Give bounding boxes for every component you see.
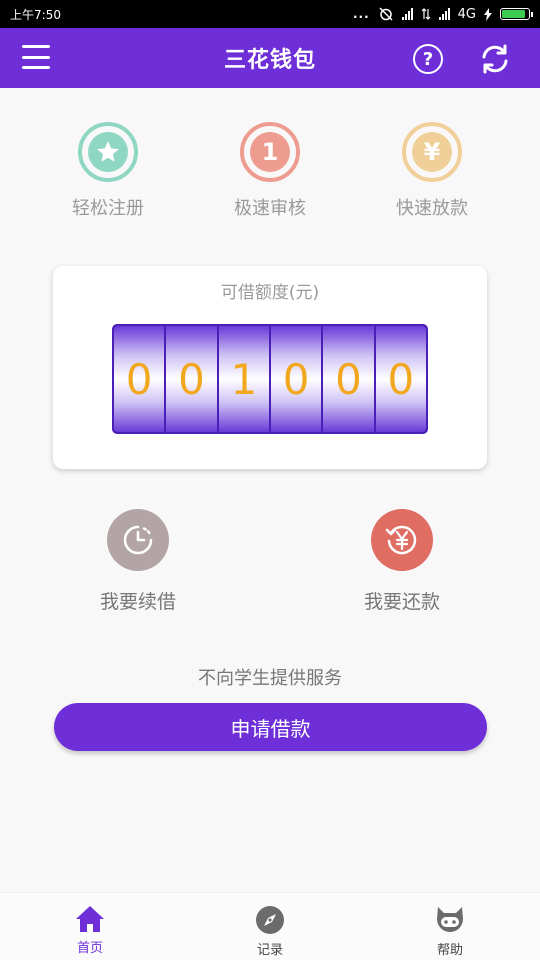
battery-icon	[500, 8, 533, 20]
star-icon	[88, 132, 128, 172]
alarm-off-icon	[379, 7, 393, 21]
yuan-icon: ¥	[412, 132, 452, 172]
odometer-digit: 0	[114, 326, 165, 432]
repay-button[interactable]: 我要还款	[322, 509, 482, 614]
cat-icon	[437, 907, 463, 932]
feature-register: 轻松注册	[38, 122, 178, 220]
network-type: 4G	[457, 6, 476, 22]
signal-icon-2	[438, 8, 450, 20]
app-bar: 三花钱包 ?	[0, 28, 540, 88]
status-icons: ... 4G	[352, 6, 533, 22]
signal-icon-1	[401, 8, 413, 20]
action-label: 我要续借	[99, 591, 176, 613]
odometer-digit: 0	[270, 326, 322, 432]
action-label: 我要还款	[363, 591, 440, 613]
feature-review: 1 极速审核	[200, 122, 340, 220]
feature-label: 轻松注册	[72, 198, 144, 219]
nav-label: 记录	[256, 943, 283, 958]
nav-records[interactable]: 记录	[180, 893, 360, 960]
yuan-refund-icon	[371, 509, 433, 571]
yuan-ring: ¥	[402, 122, 462, 182]
more-dots-icon: ...	[352, 7, 370, 21]
feature-payout: ¥ 快速放款	[362, 122, 502, 220]
feature-label: 极速审核	[234, 198, 306, 219]
credit-limit-card: 可借额度(元) 0 0 1 0 0 0	[53, 266, 487, 469]
app-title: 三花钱包	[223, 48, 316, 73]
status-time: 上午7:50	[10, 7, 61, 22]
credit-limit-title: 可借额度(元)	[220, 283, 320, 303]
odometer-digit: 0	[323, 326, 374, 432]
feature-label: 快速放款	[396, 198, 468, 219]
credit-limit-odometer: 0 0 1 0 0 0	[112, 324, 428, 434]
odometer-digit: 1	[218, 326, 269, 432]
question-icon: ?	[422, 48, 434, 70]
odometer-digit: 0	[375, 326, 426, 432]
help-button[interactable]: ?	[413, 44, 443, 74]
menu-icon[interactable]	[22, 45, 50, 69]
nav-help[interactable]: 帮助	[360, 893, 540, 960]
renew-loan-button[interactable]: 我要续借	[58, 509, 218, 614]
student-notice: 不向学生提供服务	[198, 668, 342, 689]
refresh-icon[interactable]	[478, 42, 512, 76]
clock-icon	[107, 509, 169, 571]
home-icon	[76, 906, 104, 932]
compass-icon	[256, 906, 284, 934]
nav-home[interactable]: 首页	[0, 893, 180, 960]
bottom-nav: 首页 记录 帮助	[0, 892, 540, 960]
number-one-icon: 1	[250, 132, 290, 172]
nav-label: 首页	[76, 941, 103, 956]
charging-icon	[484, 7, 492, 21]
number-ring: 1	[240, 122, 300, 182]
nav-label: 帮助	[436, 943, 463, 958]
data-transfer-icon	[421, 8, 431, 20]
status-bar: 上午7:50 ... 4G	[0, 0, 540, 28]
apply-loan-button[interactable]: 申请借款	[54, 703, 487, 751]
star-ring	[78, 122, 138, 182]
odometer-digit: 0	[166, 326, 217, 432]
